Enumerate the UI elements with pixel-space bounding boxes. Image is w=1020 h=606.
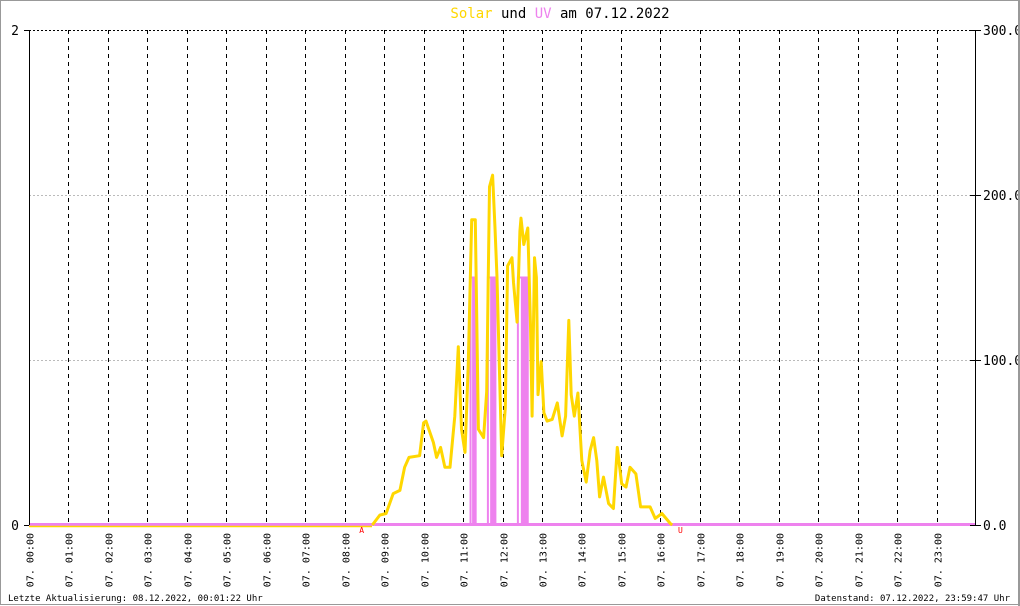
x-tick-label: 07. 03:00: [144, 533, 155, 587]
title-part: und: [493, 6, 535, 22]
x-tick-label: 07. 07:00: [302, 533, 313, 587]
right-tick-label: 100.0: [983, 354, 1020, 369]
right-tick-label: 300.0: [983, 24, 1020, 39]
right-tick-label: 0.0: [983, 519, 1006, 534]
x-tick-label: 07. 01:00: [65, 533, 76, 587]
x-tick-label: 07. 15:00: [618, 533, 629, 587]
sunrise-marker: A: [359, 526, 364, 535]
x-tick-label: 07. 11:00: [460, 533, 471, 587]
title-part: am 07.12.2022: [552, 6, 670, 22]
solar-uv-chart: Solar und UV am 07.12.2022 07. 00:00 07. …: [0, 0, 1020, 606]
x-tick-label: 07. 06:00: [263, 533, 274, 587]
x-tick-label: 07. 10:00: [421, 533, 432, 587]
x-tick-label: 07. 23:00: [934, 533, 945, 587]
chart-title: Solar und UV am 07.12.2022: [450, 6, 669, 22]
data-timestamp-text: Datenstand: 07.12.2022, 23:59:47 Uhr: [815, 594, 1011, 604]
x-tick-label: 07. 14:00: [578, 533, 589, 587]
right-tick-label: 200.0: [983, 189, 1020, 204]
x-tick-label: 07. 22:00: [894, 533, 905, 587]
x-tick-label: 07. 17:00: [697, 533, 708, 587]
x-tick-label: 07. 08:00: [342, 533, 353, 587]
sunset-marker: U: [678, 526, 683, 535]
last-update-text: Letzte Aktualisierung: 08.12.2022, 00:01…: [8, 594, 263, 604]
x-tick-label: 07. 00:00: [26, 533, 37, 587]
x-tick-label: 07. 04:00: [184, 533, 195, 587]
chart-container: Solar und UV am 07.12.2022 07. 00:00 07. …: [0, 0, 1020, 606]
left-tick-label: 2: [11, 24, 19, 39]
x-tick-label: 07. 12:00: [500, 533, 511, 587]
x-tick-label: 07. 16:00: [657, 533, 668, 587]
title-part: UV: [535, 6, 552, 22]
x-tick-label: 07. 05:00: [223, 533, 234, 587]
x-tick-label: 07. 19:00: [776, 533, 787, 587]
uv-bar: [520, 277, 528, 525]
uv-bar: [490, 277, 496, 525]
x-tick-label: 07. 18:00: [736, 533, 747, 587]
x-tick-label: 07. 02:00: [105, 533, 116, 587]
title-part: Solar: [450, 6, 492, 22]
x-tick-label: 07. 21:00: [855, 533, 866, 587]
x-tick-label: 07. 09:00: [381, 533, 392, 587]
x-tick-label: 07. 13:00: [539, 533, 550, 587]
uv-bar: [472, 277, 476, 525]
frame-border: [0, 0, 1019, 605]
x-tick-label: 07. 20:00: [815, 533, 826, 587]
left-tick-label: 0: [11, 519, 19, 534]
